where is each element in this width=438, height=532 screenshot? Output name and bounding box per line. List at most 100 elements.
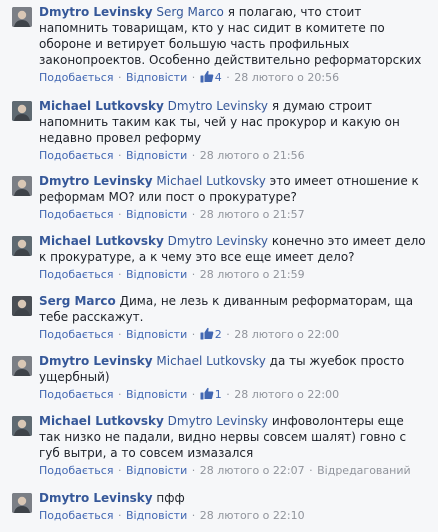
reply-button[interactable]: Відповісти	[126, 268, 187, 281]
avatar-silhouette-icon	[12, 176, 32, 196]
separator: ·	[188, 328, 199, 341]
avatar-silhouette-icon	[12, 493, 32, 513]
avatar[interactable]	[12, 101, 32, 121]
comment-body: Serg Marco Дима, не лезь к диванным рефо…	[39, 293, 428, 325]
avatar[interactable]	[12, 493, 32, 513]
comment-actions: Подобається · Відповісти · 28 лютого о 2…	[39, 148, 428, 163]
comment-body: Dmytro Levinsky пфф	[39, 490, 428, 506]
comment-mention[interactable]: Michael Lutkovsky	[156, 354, 265, 368]
comment-author[interactable]: Serg Marco	[39, 294, 116, 308]
like-count[interactable]: 4	[200, 70, 222, 84]
like-button[interactable]: Подобається	[39, 509, 113, 522]
reply-button[interactable]: Відповісти	[126, 149, 187, 162]
comment-body: Dmytro Levinsky Michael Lutkovsky это им…	[39, 173, 428, 205]
reply-button[interactable]: Відповісти	[126, 328, 187, 341]
like-button[interactable]: Подобається	[39, 71, 113, 84]
like-button[interactable]: Подобається	[39, 268, 113, 281]
comment-body: Michael Lutkovsky Dmytro Levinsky конечн…	[39, 233, 428, 265]
avatar-silhouette-icon	[12, 356, 32, 376]
reply-button[interactable]: Відповісти	[126, 388, 187, 401]
comment-author[interactable]: Michael Lutkovsky	[39, 99, 164, 113]
edited-label[interactable]: Відредагований	[317, 464, 411, 477]
separator: ·	[188, 149, 199, 162]
thumbs-up-icon	[200, 387, 214, 400]
avatar[interactable]	[12, 356, 32, 376]
separator: ·	[114, 149, 125, 162]
separator: ·	[114, 71, 125, 84]
comment-author[interactable]: Dmytro Levinsky	[39, 174, 153, 188]
separator: ·	[114, 328, 125, 341]
like-button[interactable]: Подобається	[39, 388, 113, 401]
comment-mention[interactable]: Michael Lutkovsky	[156, 174, 265, 188]
comment-body: Dmytro Levinsky Michael Lutkovsky да ты …	[39, 353, 428, 385]
timestamp[interactable]: 28 лютого о 22:07	[200, 464, 305, 477]
reply-button[interactable]: Відповісти	[126, 208, 187, 221]
avatar-silhouette-icon	[12, 296, 32, 316]
separator: ·	[114, 509, 125, 522]
comment-text: пфф	[156, 491, 185, 505]
like-button[interactable]: Подобається	[39, 464, 113, 477]
timestamp[interactable]: 28 лютого о 21:57	[200, 208, 305, 221]
timestamp[interactable]: 28 лютого о 21:59	[200, 268, 305, 281]
separator: ·	[114, 464, 125, 477]
separator: ·	[188, 388, 199, 401]
like-count[interactable]: 1	[200, 387, 222, 401]
reply-button[interactable]: Відповісти	[126, 71, 187, 84]
comment-body: Michael Lutkovsky Dmytro Levinsky я дума…	[39, 98, 428, 146]
separator: ·	[305, 464, 317, 477]
comment-mention[interactable]: Dmytro Levinsky	[168, 234, 268, 248]
comment-actions: Подобається · Відповісти · 28 лютого о 2…	[39, 508, 428, 523]
timestamp[interactable]: 28 лютого о 22:00	[234, 388, 339, 401]
timestamp[interactable]: 28 лютого о 22:00	[234, 328, 339, 341]
reply-button[interactable]: Відповісти	[126, 464, 187, 477]
reply-button[interactable]: Відповісти	[126, 509, 187, 522]
separator: ·	[188, 71, 199, 84]
avatar[interactable]	[12, 7, 32, 27]
comment-mention[interactable]: Dmytro Levinsky	[168, 99, 268, 113]
avatar[interactable]	[12, 296, 32, 316]
comment-body: Dmytro Levinsky Serg Marco я полагаю, чт…	[39, 4, 428, 68]
comment-author[interactable]: Dmytro Levinsky	[39, 5, 153, 19]
separator: ·	[222, 328, 234, 341]
comment-mention[interactable]: Serg Marco	[156, 5, 223, 19]
like-count-value: 1	[214, 388, 222, 401]
separator: ·	[188, 208, 199, 221]
comment-body: Michael Lutkovsky Dmytro Levinsky инфово…	[39, 413, 428, 461]
thumbs-up-icon	[200, 327, 214, 340]
thumbs-up-icon	[200, 70, 214, 83]
comment-author[interactable]: Dmytro Levinsky	[39, 354, 153, 368]
separator: ·	[188, 464, 199, 477]
avatar-silhouette-icon	[12, 7, 32, 27]
comment-mention[interactable]: Dmytro Levinsky	[168, 414, 268, 428]
avatar[interactable]	[12, 236, 32, 256]
comment-author[interactable]: Michael Lutkovsky	[39, 414, 164, 428]
like-button[interactable]: Подобається	[39, 208, 113, 221]
comment-thread: Dmytro Levinsky Serg Marco я полагаю, чт…	[0, 0, 438, 532]
avatar[interactable]	[12, 416, 32, 436]
comment-actions: Подобається · Відповісти · 28 лютого о 2…	[39, 267, 428, 282]
like-count-value: 2	[214, 328, 222, 341]
timestamp[interactable]: 28 лютого о 21:56	[200, 149, 305, 162]
like-button[interactable]: Подобається	[39, 328, 113, 341]
comment-author[interactable]: Dmytro Levinsky	[39, 491, 153, 505]
separator: ·	[188, 509, 199, 522]
separator: ·	[222, 388, 234, 401]
like-count[interactable]: 2	[200, 327, 222, 341]
separator: ·	[188, 268, 199, 281]
comment-actions: Подобається · Відповісти · 1 · 28 лютого…	[39, 387, 428, 402]
avatar-silhouette-icon	[12, 236, 32, 256]
comment-actions: Подобається · Відповісти · 28 лютого о 2…	[39, 207, 428, 222]
comment-actions: Подобається · Відповісти · 2 · 28 лютого…	[39, 327, 428, 342]
like-button[interactable]: Подобається	[39, 149, 113, 162]
separator: ·	[222, 71, 234, 84]
separator: ·	[114, 268, 125, 281]
avatar-silhouette-icon	[12, 101, 32, 121]
separator: ·	[114, 208, 125, 221]
timestamp[interactable]: 28 лютого о 22:10	[200, 509, 305, 522]
like-count-value: 4	[214, 71, 222, 84]
comment-author[interactable]: Michael Lutkovsky	[39, 234, 164, 248]
comment-actions: Подобається · Відповісти · 28 лютого о 2…	[39, 463, 428, 478]
separator: ·	[114, 388, 125, 401]
timestamp[interactable]: 28 лютого о 20:56	[234, 71, 339, 84]
avatar[interactable]	[12, 176, 32, 196]
